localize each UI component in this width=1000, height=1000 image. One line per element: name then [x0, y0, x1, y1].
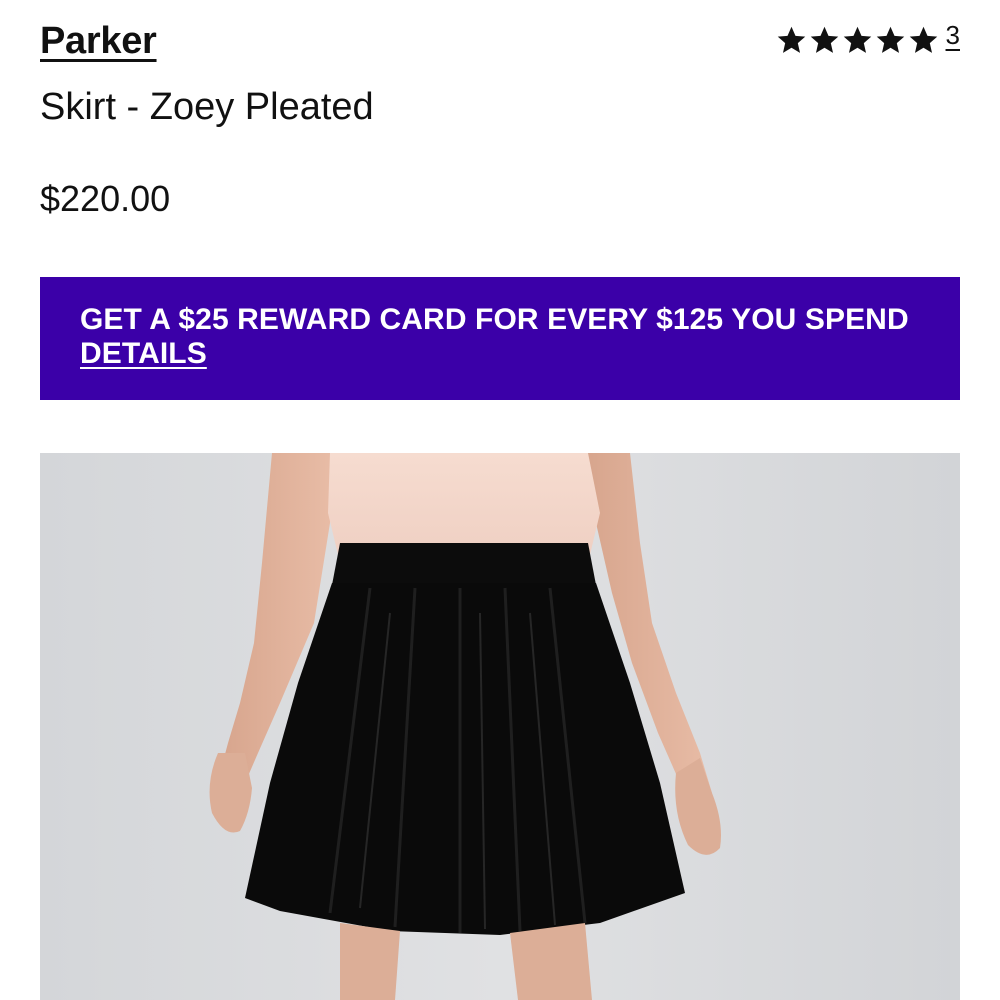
promo-text: GET A $25 REWARD CARD FOR EVERY $125 YOU… [80, 303, 909, 336]
product-page: Parker 3 Skirt - Zoey Pleated $220.00 GE… [0, 0, 1000, 1000]
review-count-link[interactable]: 3 [946, 20, 960, 51]
skirt-model-image [40, 453, 960, 1000]
promo-details-link[interactable]: DETAILS [80, 337, 207, 370]
star-icon [876, 26, 904, 53]
rating-summary[interactable]: 3 [775, 20, 960, 57]
promo-banner: GET A $25 REWARD CARD FOR EVERY $125 YOU… [40, 277, 960, 400]
product-photo[interactable] [40, 453, 960, 1000]
product-price: $220.00 [40, 178, 171, 219]
brand-link[interactable]: Parker [40, 20, 157, 63]
star-icon [843, 26, 871, 53]
star-icon [909, 26, 937, 53]
product-title: Skirt - Zoey Pleated [40, 86, 374, 128]
rating-stars [775, 24, 940, 57]
star-icon [810, 26, 838, 53]
star-icon [777, 26, 805, 53]
